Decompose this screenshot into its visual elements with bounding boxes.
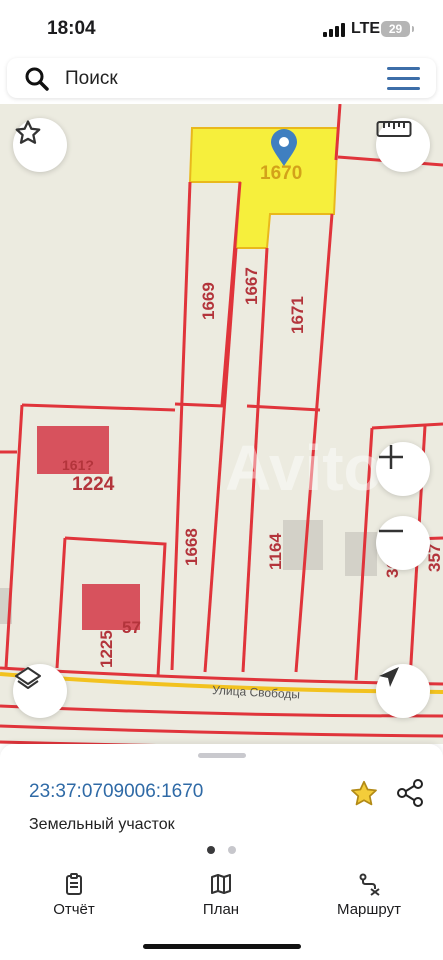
parcel-boundaries — [0, 104, 443, 744]
parcel-label-57: 57 — [122, 618, 141, 637]
status-bar: 18:04 LTE 29 — [0, 0, 443, 58]
object-type: Земельный участок — [29, 816, 175, 833]
cadastral-map[interactable]: Улица Свободы Avito 1670 1669 1667 1671 … — [0, 104, 443, 744]
tab-report[interactable]: Отчёт — [14, 872, 134, 918]
parcel-label-1667: 1667 — [242, 267, 261, 305]
search-bar[interactable]: Поиск — [7, 58, 436, 98]
parcel-label-partial: 161? — [62, 457, 94, 473]
parcel-label-1669: 1669 — [199, 282, 218, 320]
star-outline-icon — [15, 120, 41, 144]
route-icon — [359, 873, 380, 896]
status-time: 18:04 — [47, 18, 96, 39]
search-icon — [25, 67, 49, 91]
home-indicator — [143, 944, 301, 949]
parcel-label-1670: 1670 — [260, 163, 302, 184]
parcel-label-1225: 1225 — [97, 630, 116, 668]
signal-icon — [323, 23, 347, 37]
star-filled-icon[interactable] — [348, 778, 380, 810]
layers-icon — [15, 667, 41, 689]
parcel-label-1164: 1164 — [266, 533, 285, 570]
search-input[interactable]: Поиск — [65, 68, 118, 90]
parcel-label-1668: 1668 — [182, 528, 201, 566]
navigation-arrow-icon — [379, 667, 399, 687]
report-icon — [66, 873, 82, 895]
watermark: Avito — [225, 432, 383, 504]
layers-button[interactable] — [13, 664, 67, 718]
tab-route-label: Маршрут — [337, 901, 401, 918]
ruler-icon — [376, 121, 412, 137]
zoom-in-button[interactable] — [376, 442, 430, 496]
menu-icon[interactable] — [387, 67, 420, 91]
tab-report-label: Отчёт — [53, 901, 95, 918]
parcel-info-panel[interactable]: 23:37:0709006:1670 Земельный участок — [0, 744, 443, 862]
minus-icon — [379, 529, 403, 533]
drag-handle[interactable] — [198, 753, 246, 758]
parcel-label-1671: 1671 — [288, 296, 307, 334]
tab-plan-label: План — [202, 901, 240, 918]
page-dot-active — [207, 846, 215, 854]
network-type: LTE — [351, 20, 381, 37]
map-canvas: Улица Свободы Avito 1670 1669 1667 1671 … — [0, 104, 443, 744]
selected-parcel[interactable] — [188, 127, 340, 249]
parcel-label-1224: 1224 — [72, 474, 115, 495]
favorite-map-button[interactable] — [13, 118, 67, 172]
my-location-button[interactable] — [376, 664, 430, 718]
ruler-button[interactable] — [376, 118, 430, 172]
tab-plan[interactable]: План — [161, 872, 281, 918]
building — [283, 520, 323, 570]
cadastral-number[interactable]: 23:37:0709006:1670 — [29, 781, 203, 803]
battery-icon: 29 — [381, 21, 414, 37]
street-label: Улица Свободы — [212, 683, 301, 702]
share-icon[interactable] — [393, 776, 427, 810]
zoom-out-button[interactable] — [376, 516, 430, 570]
map-plan-icon — [211, 874, 231, 894]
building — [345, 532, 377, 576]
plus-icon — [379, 445, 403, 469]
page-dot — [228, 846, 236, 854]
tab-route[interactable]: Маршрут — [309, 872, 429, 918]
